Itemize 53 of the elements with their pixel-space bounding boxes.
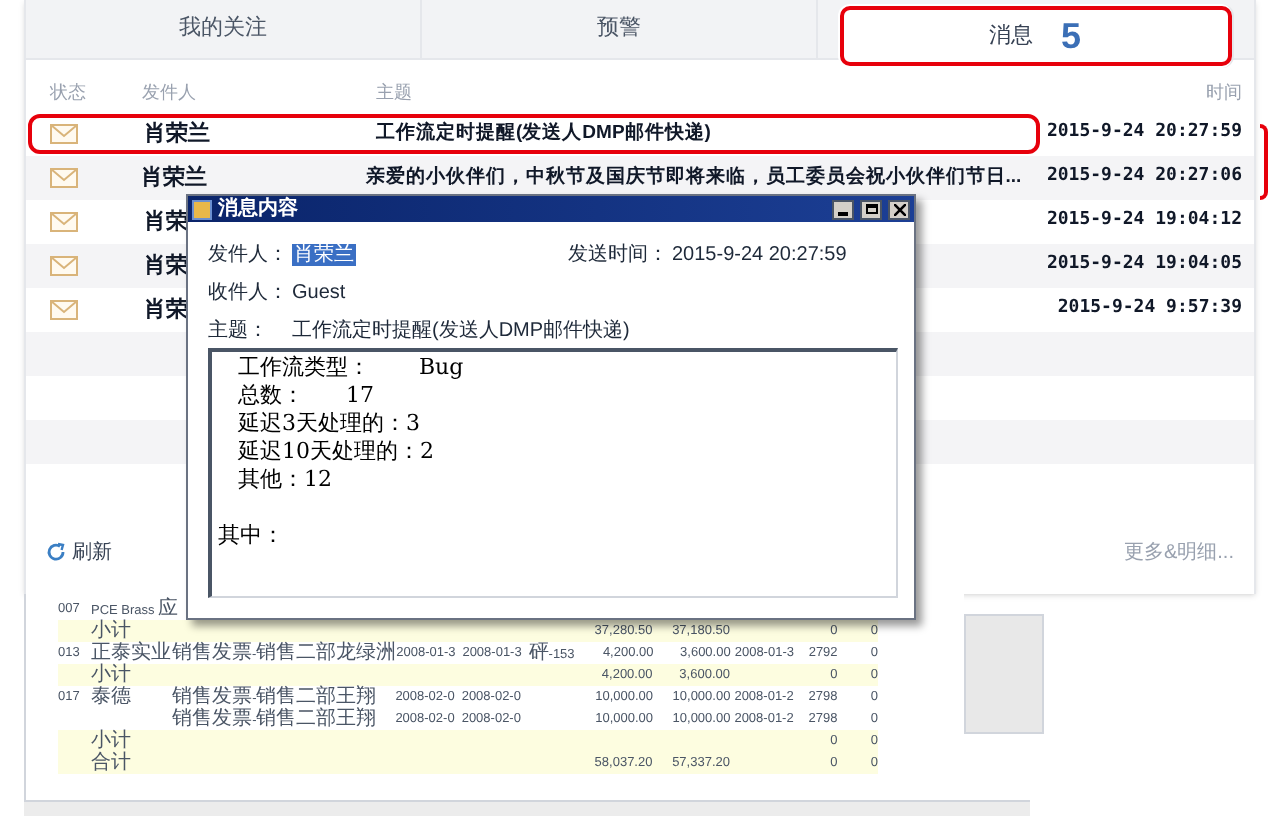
sender-text: 肖荣兰 [144,119,210,150]
subject-text: 工作流定时提醒(发送人DMP邮件快递) [376,119,713,148]
body-line: 工作流类型： Bug [236,354,466,382]
tab[interactable]: 消息 5 [838,4,1234,68]
report-cell-text: 泰德 [91,685,134,709]
message-row[interactable]: 肖荣兰 工作流定时提醒(发送人DMP邮件快递) 2015-9-24 20:27:59 [26,112,1254,156]
envelope-icon [50,256,78,276]
close-button[interactable] [888,199,910,219]
time-text: 2015-9-24 20:27:59 [1046,120,1242,147]
body-line: 其中： [218,522,286,550]
envelope-icon [50,168,78,188]
time-text: 2015-9-24 9:57:39 [1057,296,1242,323]
report-cell: 龙绿洲 [336,641,397,665]
refresh-button[interactable]: 刷新 [46,537,112,567]
field-label: 发件人： [208,241,290,269]
column-header: 状态 [48,80,88,107]
sender-text: 肖荣兰 [141,163,208,194]
column-header: 时间 [1204,80,1244,107]
field-label: 发送时间： [568,241,670,269]
report-cell-text: 小计 [91,729,134,752]
minimize-button[interactable] [832,199,854,219]
time-text: 2015-9-24 19:04:05 [1046,252,1242,279]
column-header: 主题 [376,80,414,107]
report-cell-text: 正泰实业 [91,641,172,664]
message-body-field[interactable]: 工作流类型： Bug 总数： 17 延迟3天处理的：3 延迟10天处理的：2 其他：12 其中： [208,348,898,598]
envelope-icon [50,124,78,144]
window-title: 消息内容 [218,199,300,219]
report-cell-text: 王翔 [336,685,379,708]
body-line: 总数： 17 [236,382,376,410]
window-icon [192,199,212,219]
subject-value: 工作流定时提醒(发送人DMP邮件快递) [292,317,630,345]
column-header: 发件人 [142,80,198,107]
body-line: 其他：12 [236,466,334,494]
unread-count: 5 [1060,13,1081,59]
body-line: 延迟3天处理的：3 [236,410,422,438]
refresh-icon [46,542,66,562]
sent-time-value: 2015-9-24 20:27:59 [672,241,847,269]
envelope-icon [50,300,78,320]
report-cell-text: 小计 [91,619,132,642]
body-line: 延迟10天处理的：2 [236,438,436,466]
time-text: 2015-9-24 19:04:12 [1046,208,1242,235]
time-text: 2015-9-24 20:27:06 [1046,164,1242,191]
maximize-button[interactable] [860,199,882,219]
envelope-icon [50,212,78,232]
subject-text: 亲爱的小伙伴们，中秋节及国庆节即将来临，员工委员会祝小伙伴们节日... [365,163,1022,192]
sender-value: 肖荣兰 [292,243,356,265]
annotation-mark [1260,124,1268,200]
field-label: 收件人： [208,279,290,307]
field-label: 主题： [208,317,270,345]
report-cell-text: 小计 [91,663,132,686]
report-cell-text: 合计 [91,751,134,775]
report-cell-text: 王翔 [336,707,379,731]
recipient-value: Guest [292,279,346,307]
